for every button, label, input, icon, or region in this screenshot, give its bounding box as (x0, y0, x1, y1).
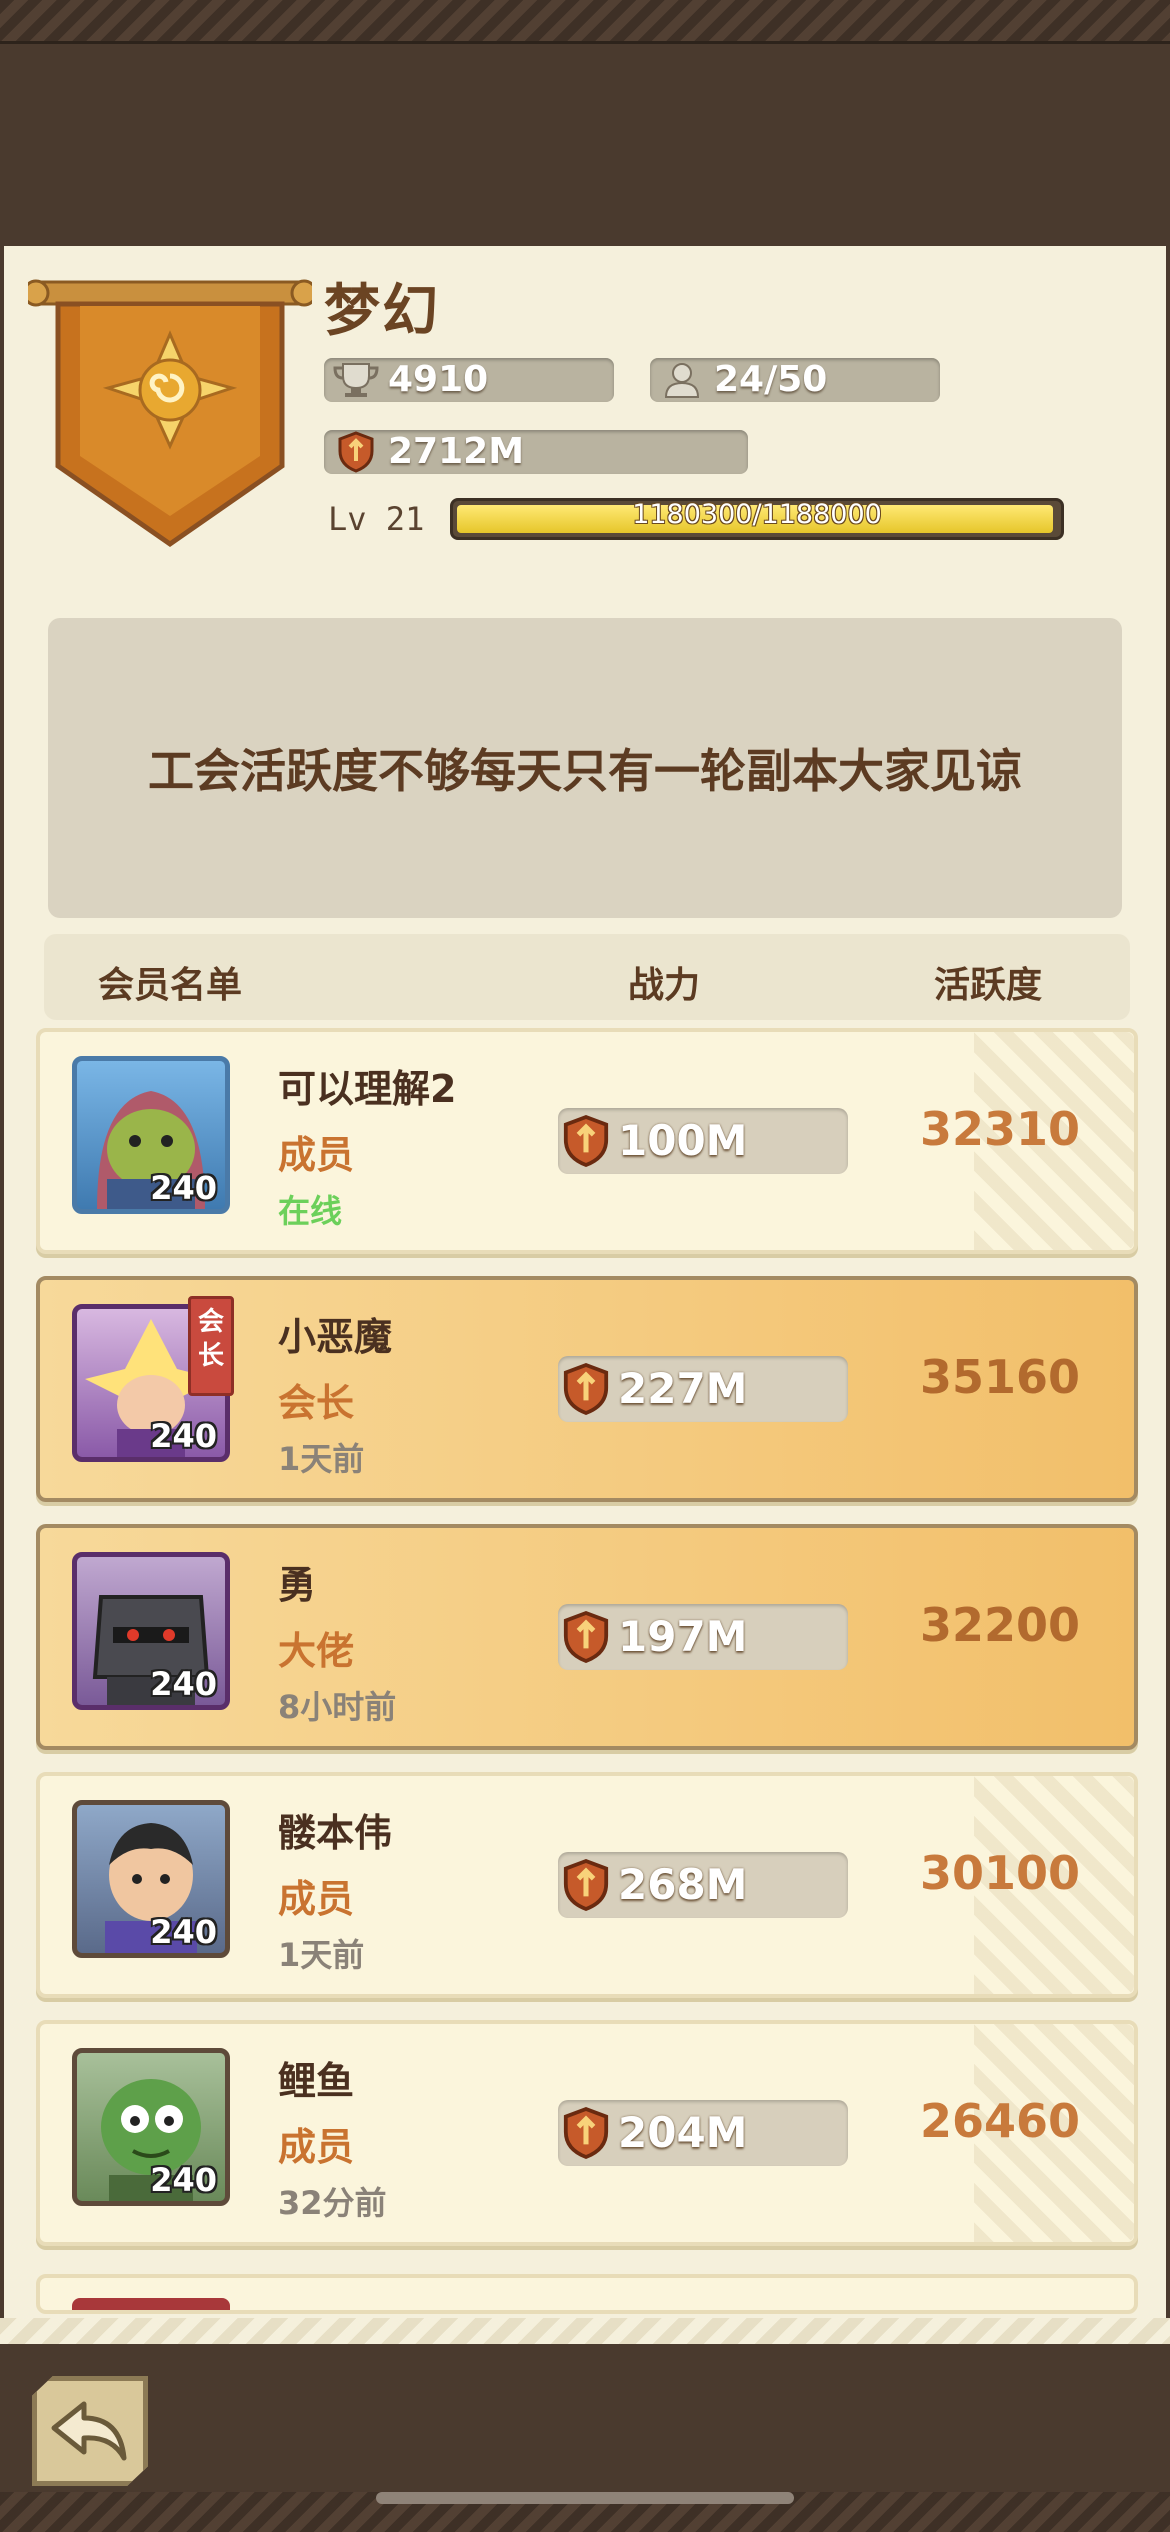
member-role: 成员 (278, 2125, 355, 2169)
member-power: 204M (558, 2100, 848, 2166)
member-level: 240 (150, 1417, 217, 1455)
member-activity: 26460 (919, 2094, 1081, 2148)
member-avatar[interactable]: 240 (72, 1552, 230, 1710)
member-status: 8小时前 (278, 1688, 397, 1726)
shield-icon (330, 430, 382, 474)
member-level: 240 (150, 1169, 217, 1207)
member-avatar[interactable]: 240 (72, 2048, 230, 2206)
guild-notice: 工会活跃度不够每天只有一轮副本大家见谅 (48, 618, 1122, 918)
member-row[interactable]: 240 可以理解2 成员 在线 100M 32310 (36, 1028, 1138, 1254)
shield-icon (563, 1610, 609, 1664)
guild-info-panel: 梦幻 4910 24/50 2712M Lv 21 1180300/118800… (4, 246, 1166, 2340)
member-row[interactable]: 240 髅本伟 成员 1天前 268M 30100 (36, 1772, 1138, 1998)
member-power-value: 100M (618, 1116, 748, 1165)
back-button[interactable] (32, 2376, 148, 2486)
member-role: 成员 (278, 1133, 355, 1177)
member-activity: 35160 (919, 1350, 1081, 1404)
guild-level-label: Lv 21 (328, 500, 424, 538)
member-row[interactable]: 240 勇 大佬 8小时前 197M 32200 (36, 1524, 1138, 1750)
member-level: 240 (150, 2161, 217, 2199)
member-avatar[interactable]: 240 (72, 1056, 230, 1214)
shield-icon (563, 1362, 609, 1416)
member-row[interactable]: 240 鲤鱼 成员 32分前 204M 26460 (36, 2020, 1138, 2246)
member-avatar (72, 2298, 230, 2310)
member-name: 小恶魔 (278, 1315, 393, 1359)
member-name: 勇 (278, 1563, 317, 1607)
member-activity: 32200 (919, 1598, 1081, 1652)
member-row[interactable]: 240 会长 小恶魔 会长 1天前 227M 35160 (36, 1276, 1138, 1502)
member-power: 268M (558, 1852, 848, 1918)
trophy-icon (330, 358, 382, 402)
member-name: 可以理解2 (278, 1067, 457, 1111)
back-arrow-icon (51, 2401, 127, 2461)
guild-xp-bar: 1180300/1188000 (450, 498, 1064, 540)
member-activity: 32310 (919, 1102, 1081, 1156)
level-prefix: Lv (328, 500, 367, 538)
guild-power-value: 2712M (388, 431, 525, 472)
leader-tag-char: 会 (197, 1307, 224, 1337)
member-status: 1天前 (278, 1440, 365, 1478)
member-power-value: 268M (618, 1860, 748, 1909)
guild-name: 梦幻 (324, 279, 440, 344)
header-member-list: 会员名单 (98, 965, 243, 1006)
leader-tag: 会长 (188, 1296, 234, 1396)
member-list-header: 会员名单 战力 活跃度 (44, 934, 1130, 1020)
header-power: 战力 (628, 965, 701, 1006)
header-activity: 活跃度 (934, 965, 1043, 1006)
bottom-decorative-border (0, 2318, 1170, 2344)
member-power: 197M (558, 1604, 848, 1670)
member-activity: 30100 (919, 1846, 1081, 1900)
shield-icon (563, 2106, 609, 2160)
home-indicator (376, 2492, 794, 2504)
member-power-value: 197M (618, 1612, 748, 1661)
member-status: 32分前 (278, 2184, 387, 2222)
members-count: 24/50 (714, 359, 828, 400)
members-stat: 24/50 (650, 358, 940, 402)
member-level: 240 (150, 1913, 217, 1951)
member-power-value: 227M (618, 1364, 748, 1413)
member-name: 髅本伟 (278, 1811, 393, 1855)
member-role: 会长 (278, 1381, 355, 1425)
leader-tag-char: 长 (197, 1341, 224, 1371)
member-row-partial[interactable] (36, 2274, 1138, 2314)
member-power: 227M (558, 1356, 848, 1422)
top-decorative-border (0, 0, 1170, 44)
member-role: 大佬 (278, 1629, 355, 1673)
person-icon (656, 358, 708, 402)
guild-power-stat: 2712M (324, 430, 748, 474)
shield-icon (563, 1114, 609, 1168)
trophy-count: 4910 (388, 359, 489, 400)
member-power-value: 204M (618, 2108, 748, 2157)
member-name: 鲤鱼 (278, 2059, 355, 2103)
level-value: 21 (385, 500, 425, 538)
member-level: 240 (150, 1665, 217, 1703)
guild-banner-emblem (28, 279, 312, 548)
member-avatar[interactable]: 240 (72, 1800, 230, 1958)
member-power: 100M (558, 1108, 848, 1174)
member-role: 成员 (278, 1877, 355, 1921)
shield-icon (563, 1858, 609, 1912)
trophy-stat: 4910 (324, 358, 614, 402)
xp-text: 1180300/1188000 (632, 499, 882, 530)
member-status: 在线 (278, 1192, 343, 1230)
member-status: 1天前 (278, 1936, 365, 1974)
